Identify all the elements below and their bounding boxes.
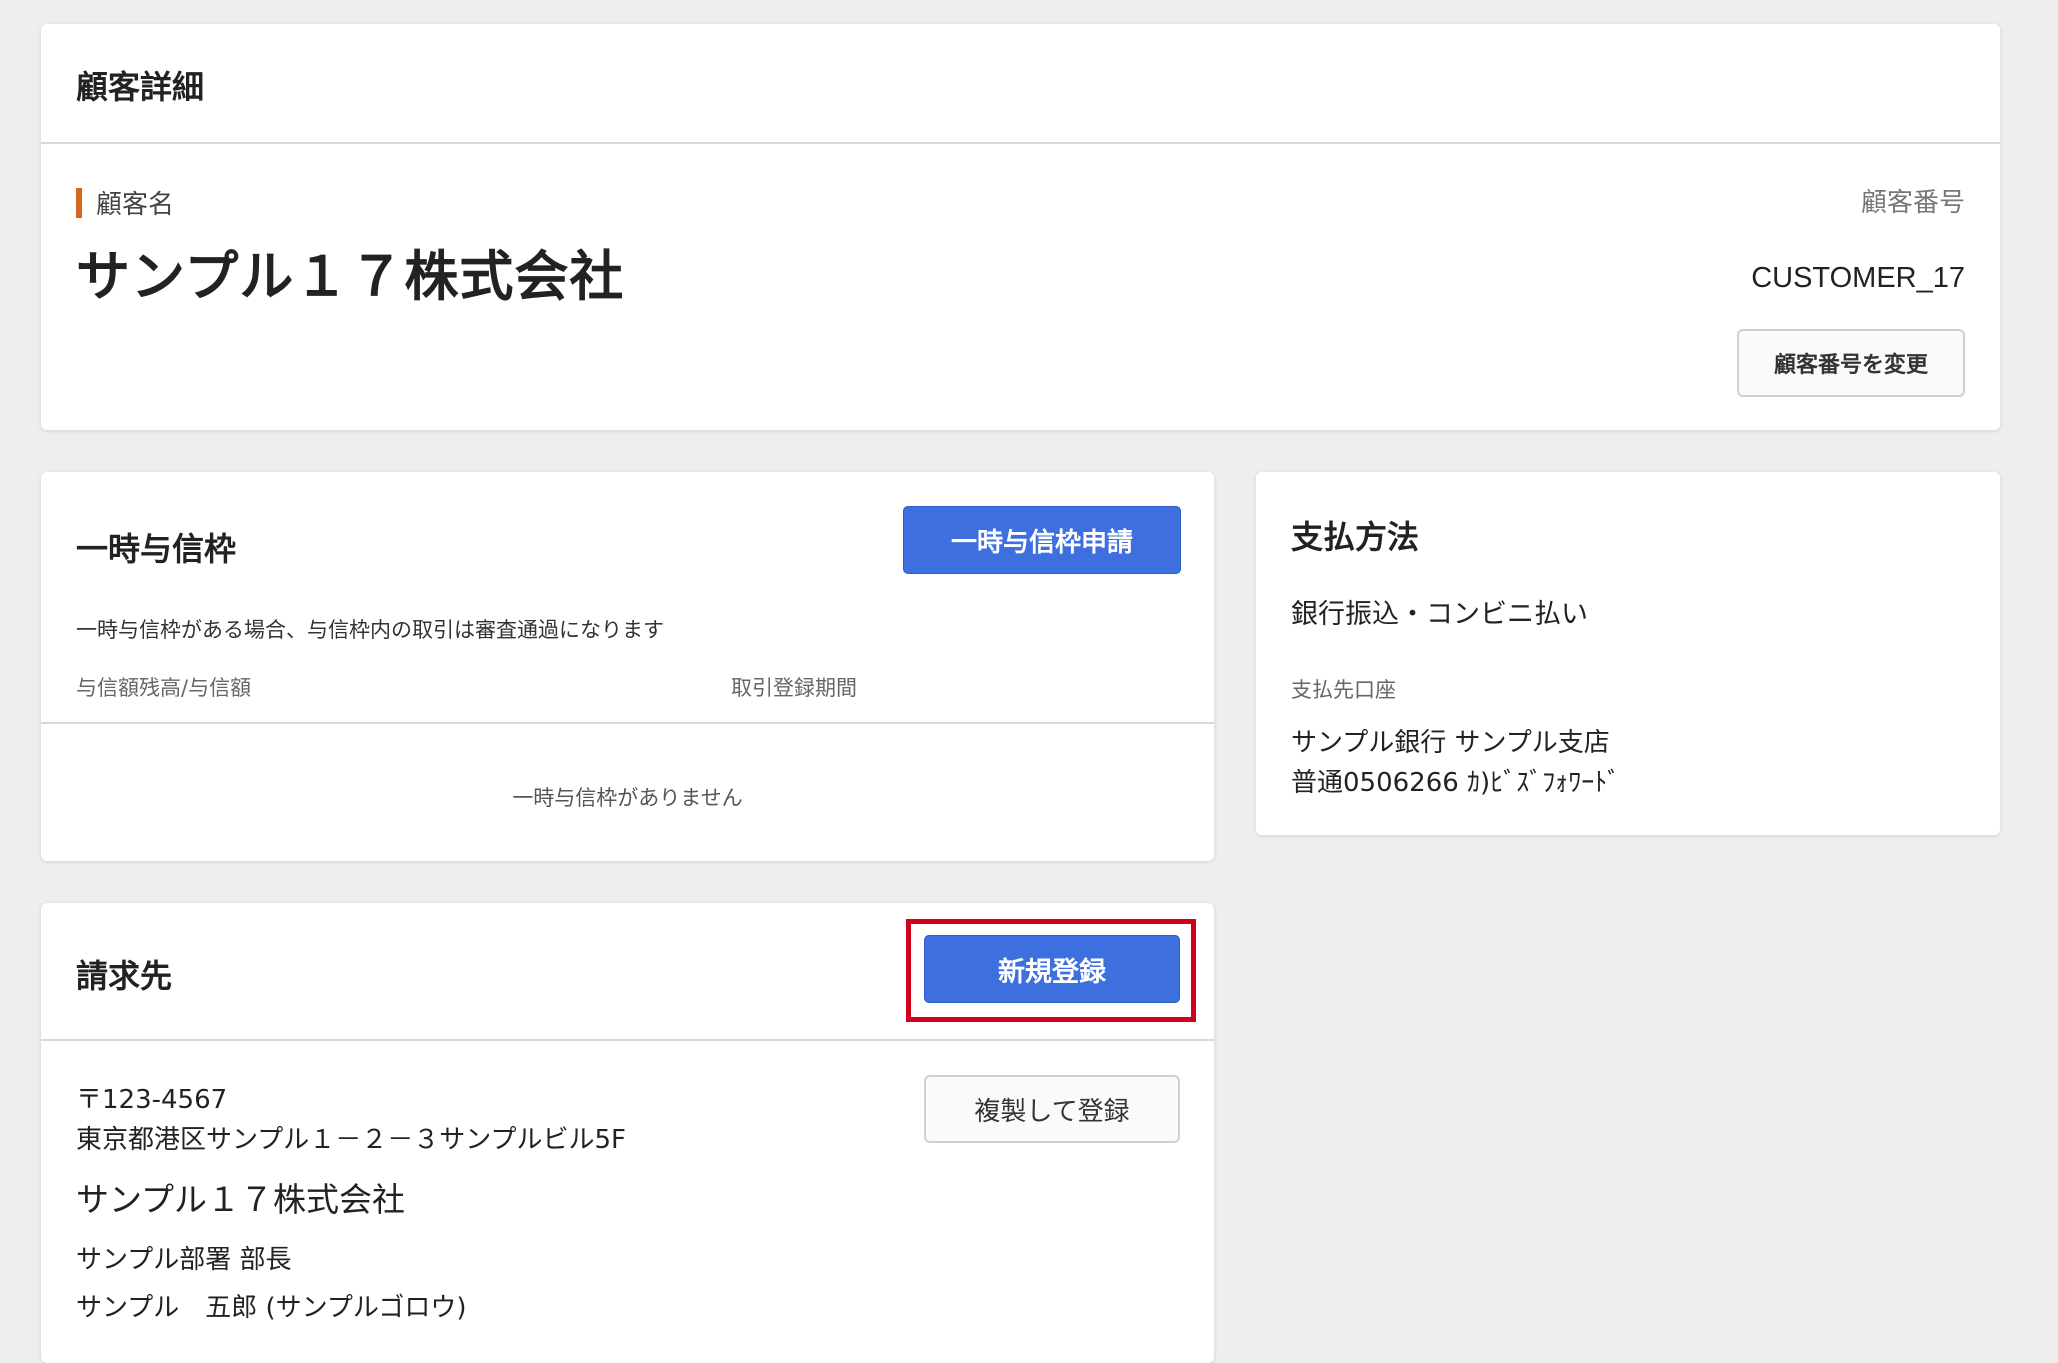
customer-detail-card: 顧客詳細 顧客名 サンプル１７株式会社 顧客番号 CUSTOMER_17 顧客番… — [41, 24, 2000, 430]
billing-company-name: サンプル１７株式会社 — [76, 1180, 406, 1219]
empty-state-message: 一時与信枠がありません — [512, 786, 743, 810]
column-header-credit-balance: 与信額残高/与信額 — [76, 676, 252, 700]
customer-name: サンプル１７株式会社 — [76, 245, 625, 308]
customer-name-label-wrap: 顧客名 — [76, 184, 174, 221]
divider — [41, 1039, 1214, 1041]
payment-method-value: 銀行振込・コンビニ払い — [1291, 599, 1588, 630]
accent-bar — [76, 187, 82, 218]
column-header-registration-period: 取引登録期間 — [731, 676, 857, 700]
payment-account-bank: サンプル銀行 サンプル支店 — [1291, 728, 1610, 758]
new-registration-button[interactable]: 新規登録 — [924, 935, 1180, 1003]
customer-detail-title: 顧客詳細 — [76, 68, 205, 106]
billing-contact-person: サンプル 五郎 (サンプルゴロウ) — [76, 1293, 467, 1323]
payment-account-label: 支払先口座 — [1291, 678, 1396, 702]
customer-number: CUSTOMER_17 — [1751, 262, 1965, 294]
billing-destination-card: 請求先 新規登録 〒123-4567 東京都港区サンプル１－２－３サンプルビル5… — [41, 903, 1214, 1363]
billing-address: 東京都港区サンプル１－２－３サンプルビル5F — [76, 1125, 626, 1155]
duplicate-register-button[interactable]: 複製して登録 — [924, 1075, 1180, 1143]
apply-temporary-credit-button[interactable]: 一時与信枠申請 — [903, 506, 1181, 574]
divider — [41, 722, 1214, 724]
change-customer-number-button[interactable]: 顧客番号を変更 — [1737, 329, 1965, 397]
billing-postal-code: 〒123-4567 — [76, 1085, 228, 1115]
temporary-credit-title: 一時与信枠 — [76, 530, 237, 568]
payment-account-number: 普通0506266 ｶ)ﾋﾞｽﾞﾌｫﾜｰﾄﾞ — [1291, 768, 1621, 798]
customer-name-label: 顧客名 — [96, 190, 175, 220]
payment-method-card: 支払方法 銀行振込・コンビニ払い 支払先口座 サンプル銀行 サンプル支店 普通0… — [1256, 472, 2000, 835]
temporary-credit-card: 一時与信枠 一時与信枠申請 一時与信枠がある場合、与信枠内の取引は審査通過になり… — [41, 472, 1214, 861]
billing-department: サンプル部署 部長 — [76, 1245, 292, 1275]
customer-number-label: 顧客番号 — [1860, 188, 1965, 218]
payment-method-title: 支払方法 — [1291, 518, 1420, 556]
temporary-credit-note: 一時与信枠がある場合、与信枠内の取引は審査通過になります — [76, 618, 664, 642]
divider — [41, 142, 2000, 144]
billing-destination-title: 請求先 — [76, 957, 173, 995]
